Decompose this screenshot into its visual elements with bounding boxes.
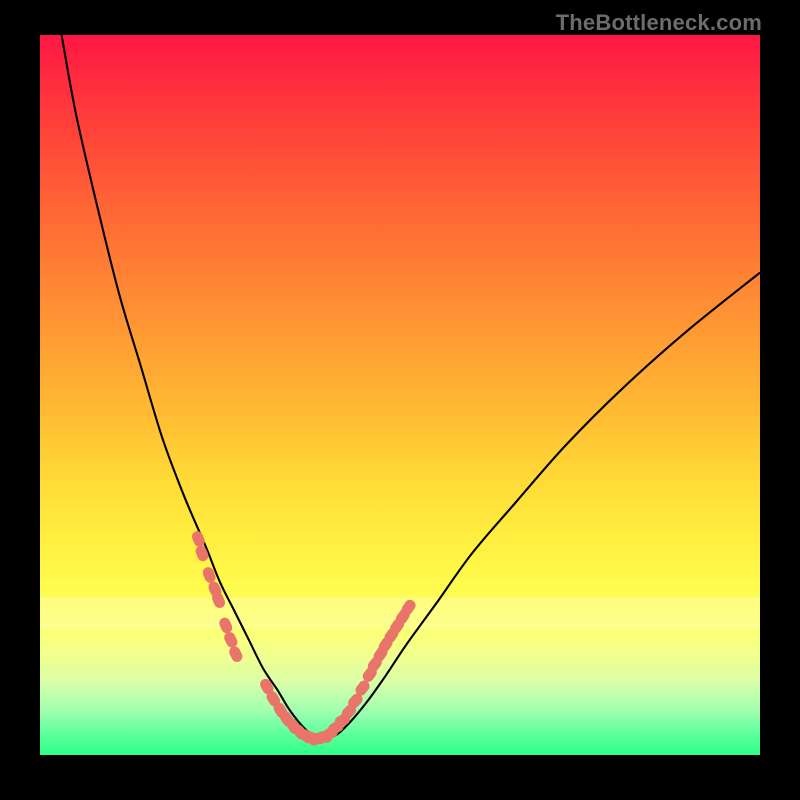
data-marker [222,630,239,649]
data-markers [190,530,417,748]
chart-overlay [40,35,760,755]
bottleneck-curve [62,35,760,739]
data-marker [217,616,234,635]
plot-area [40,35,760,755]
data-marker [227,645,244,664]
data-marker [194,544,210,563]
data-marker [190,530,206,549]
watermark-text: TheBottleneck.com [556,10,762,36]
chart-frame: TheBottleneck.com [0,0,800,800]
